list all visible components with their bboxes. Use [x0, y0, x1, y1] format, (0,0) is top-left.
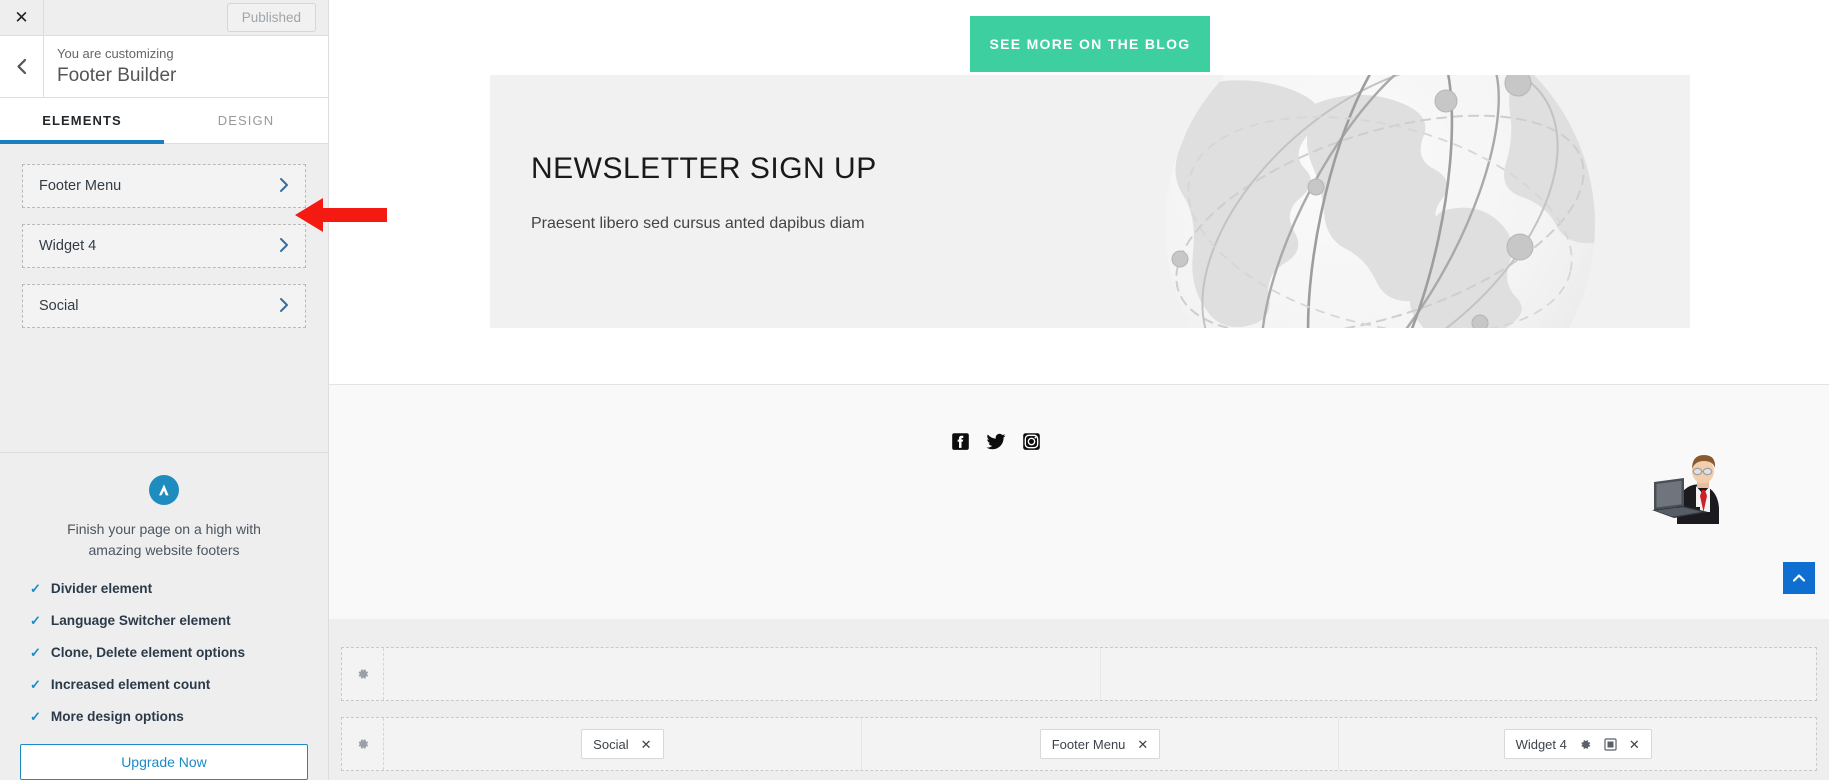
promo-feature-label: Divider element [50, 581, 153, 596]
newsletter-title: NEWSLETTER SIGN UP [531, 152, 877, 185]
tab-elements[interactable]: ELEMENTS [0, 98, 164, 144]
gear-icon[interactable] [342, 648, 384, 700]
customizer-sidebar: ✕ Published You are customizing Footer B… [0, 0, 329, 780]
promo-feature-item: ✓ Clone, Delete element options [30, 645, 308, 660]
published-button[interactable]: Published [226, 3, 316, 32]
footer-builder-area: Social ✕ Footer Menu ✕ Widget 4 ✕ [329, 619, 1829, 780]
sidebar-item-footer-menu[interactable]: Footer Menu [22, 164, 306, 208]
close-icon[interactable]: ✕ [0, 0, 44, 35]
close-icon[interactable]: ✕ [641, 738, 652, 751]
promo-headline: Finish your page on a high with amazing … [67, 521, 261, 558]
promo-feature-list: ✓ Divider element ✓ Language Switcher el… [20, 581, 308, 741]
chip-label: Footer Menu [1051, 736, 1126, 752]
check-icon: ✓ [30, 709, 41, 724]
promo-feature-item: ✓ Increased element count [30, 677, 308, 692]
chevron-right-icon [279, 177, 289, 196]
customizing-label: You are customizing [57, 45, 174, 61]
social-icon-list [951, 432, 1041, 451]
element-chip-widget-4[interactable]: Widget 4 ✕ [1503, 729, 1652, 759]
promo-feature-item: ✓ Language Switcher element [30, 613, 308, 628]
upgrade-promo-panel: Finish your page on a high with amazing … [0, 452, 328, 780]
chip-label: Social [593, 736, 629, 752]
builder-row-columns: Social ✕ Footer Menu ✕ Widget 4 ✕ [384, 718, 1816, 770]
facebook-icon[interactable] [951, 432, 970, 451]
close-icon[interactable]: ✕ [1137, 738, 1148, 751]
promo-feature-label: Language Switcher element [50, 613, 231, 628]
element-chip-social[interactable]: Social ✕ [581, 729, 664, 759]
see-more-on-blog-button[interactable]: SEE MORE ON THE BLOG [970, 16, 1210, 72]
panel-tabs: ELEMENTS DESIGN [0, 98, 328, 144]
builder-column[interactable]: Widget 4 ✕ [1339, 718, 1816, 770]
customizer-app: ✕ Published You are customizing Footer B… [0, 0, 1829, 780]
elements-list: Footer Menu Widget 4 Social [0, 144, 328, 344]
builder-column[interactable] [384, 648, 1101, 700]
panel-topbar: ✕ Published [0, 0, 328, 36]
gear-icon[interactable] [342, 718, 384, 770]
promo-feature-item: ✓ Divider element [30, 581, 308, 596]
builder-row[interactable] [341, 647, 1817, 701]
chevron-left-icon[interactable] [0, 36, 44, 97]
sidebar-item-label: Social [39, 298, 79, 314]
twitter-icon[interactable] [986, 432, 1006, 451]
sidebar-item-social[interactable]: Social [22, 284, 306, 328]
instagram-icon[interactable] [1022, 432, 1041, 451]
promo-feature-label: More design options [50, 709, 184, 724]
chevron-right-icon [279, 237, 289, 256]
sidebar-item-label: Footer Menu [39, 178, 122, 194]
check-icon: ✓ [30, 581, 41, 596]
gear-icon[interactable] [1579, 738, 1592, 751]
globe-network-image [1050, 75, 1690, 328]
close-icon[interactable]: ✕ [1629, 738, 1640, 751]
tab-design[interactable]: DESIGN [164, 98, 328, 143]
footer-social-band [329, 385, 1829, 619]
astra-logo-icon [149, 475, 179, 505]
clone-icon[interactable] [1604, 737, 1617, 751]
promo-feature-item: ✓ More design options [30, 709, 308, 724]
builder-row[interactable]: Social ✕ Footer Menu ✕ Widget 4 ✕ [341, 717, 1817, 771]
page-title: Footer Builder [57, 65, 177, 87]
check-icon: ✓ [30, 677, 41, 692]
red-arrow-annotation [295, 194, 387, 241]
element-chip-footer-menu[interactable]: Footer Menu ✕ [1039, 729, 1161, 759]
check-icon: ✓ [30, 645, 41, 660]
newsletter-section: NEWSLETTER SIGN UP Praesent libero sed c… [490, 75, 1690, 328]
upgrade-now-button[interactable]: Upgrade Now [20, 744, 308, 780]
builder-row-columns [384, 648, 1816, 700]
panel-header-text: You are customizing Footer Builder [44, 36, 176, 97]
scroll-to-top-button[interactable] [1783, 562, 1815, 594]
chip-label: Widget 4 [1515, 736, 1567, 752]
sidebar-item-label: Widget 4 [39, 238, 97, 254]
newsletter-subtitle: Praesent libero sed cursus anted dapibus… [531, 215, 865, 232]
builder-column[interactable]: Footer Menu ✕ [862, 718, 1340, 770]
check-icon: ✓ [30, 613, 41, 628]
site-preview: SEE MORE ON THE BLOG NEWSLETTER SIGN UP … [329, 0, 1829, 780]
sidebar-item-widget-4[interactable]: Widget 4 [22, 224, 306, 268]
promo-feature-label: Clone, Delete element options [50, 645, 246, 660]
cta-strip: SEE MORE ON THE BLOG [329, 0, 1829, 75]
chevron-right-icon [279, 297, 289, 316]
businessman-with-laptop-image [1644, 452, 1740, 524]
builder-column[interactable] [1101, 648, 1817, 700]
sidebar-spacer [0, 344, 328, 452]
promo-feature-label: Increased element count [50, 677, 211, 692]
builder-column[interactable]: Social ✕ [384, 718, 862, 770]
panel-header: You are customizing Footer Builder [0, 36, 328, 98]
